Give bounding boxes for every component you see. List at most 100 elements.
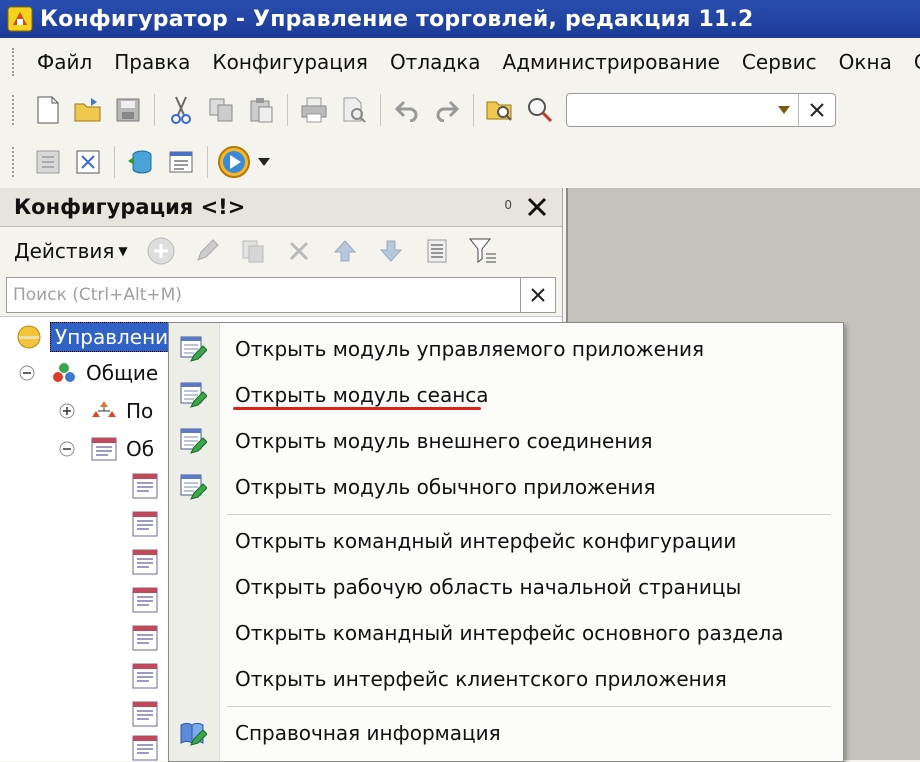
add-button[interactable] xyxy=(138,231,184,271)
paste-button[interactable] xyxy=(241,90,281,130)
toolbar-separator xyxy=(154,94,155,126)
menu-file[interactable]: Файл xyxy=(26,50,103,74)
folder-search-icon xyxy=(486,101,512,121)
configuration-toolbar xyxy=(0,138,920,186)
tree-search-field[interactable] xyxy=(6,277,556,313)
menu-item-label: Открыть рабочую область начальной страни… xyxy=(235,575,742,599)
module-edit-icon xyxy=(180,382,207,408)
module-icon[interactable] xyxy=(132,663,158,689)
panel-close-button[interactable] xyxy=(522,192,552,222)
menu-item-label: Открыть командный интерфейс основного ра… xyxy=(235,621,784,645)
preview-button[interactable] xyxy=(334,90,374,130)
edit-button[interactable] xyxy=(184,231,230,271)
compare-button[interactable] xyxy=(68,142,108,182)
menu-open-ordinary-app-module[interactable]: Открыть модуль обычного приложения xyxy=(169,466,843,508)
collapse-minus-icon[interactable] xyxy=(18,364,36,382)
menu-bar: Файл Правка Конфигурация Отладка Админис… xyxy=(0,42,920,82)
move-down-button[interactable] xyxy=(368,231,414,271)
list-view-button[interactable] xyxy=(414,231,460,271)
search-button[interactable] xyxy=(520,90,560,130)
dropdown-triangle-icon xyxy=(778,106,790,114)
actions-menu[interactable]: Действия xyxy=(14,239,114,263)
arrow-up-icon xyxy=(333,240,356,262)
module-icon[interactable] xyxy=(132,625,158,651)
menu-administration[interactable]: Администрирование xyxy=(492,50,731,74)
new-button[interactable] xyxy=(28,90,68,130)
delete-button[interactable] xyxy=(276,231,322,271)
tree-search-input[interactable] xyxy=(7,279,515,311)
toolbar-grip[interactable] xyxy=(12,147,18,177)
search-icon xyxy=(528,98,553,123)
menu-open-external-connection-module[interactable]: Открыть модуль внешнего соединения xyxy=(169,420,843,462)
menu-service[interactable]: Сервис xyxy=(731,50,828,74)
update-db-button[interactable] xyxy=(121,142,161,182)
database-update-icon xyxy=(128,150,152,174)
menu-open-managed-app-module[interactable]: Открыть модуль управляемого приложения xyxy=(169,328,843,370)
module-icon[interactable] xyxy=(132,735,158,761)
module-icon[interactable] xyxy=(132,511,158,537)
search-combo-input[interactable] xyxy=(567,95,805,125)
search-combo-dropdown[interactable] xyxy=(771,94,797,126)
find-in-tree-button[interactable] xyxy=(480,90,520,130)
tree-row-subsystems[interactable]: По xyxy=(58,393,153,429)
configuration-tree-icon xyxy=(36,150,60,174)
cut-button[interactable] xyxy=(161,90,201,130)
tree-root-label: Управлени xyxy=(50,322,174,352)
menu-configuration[interactable]: Конфигурация xyxy=(201,50,379,74)
panel-header: Конфигурация <!> 0 xyxy=(0,188,562,227)
redo-button[interactable] xyxy=(427,90,467,130)
open-button[interactable] xyxy=(68,90,108,130)
save-button[interactable] xyxy=(108,90,148,130)
menu-help-info[interactable]: Справочная информация xyxy=(169,712,843,754)
copy-button[interactable] xyxy=(201,90,241,130)
toolbar-grip[interactable] xyxy=(12,95,18,125)
run-debug-button[interactable] xyxy=(214,142,254,182)
menu-open-main-section-command-interface[interactable]: Открыть командный интерфейс основного ра… xyxy=(169,612,843,654)
undo-button[interactable] xyxy=(387,90,427,130)
module-icon[interactable] xyxy=(132,473,158,499)
move-up-button[interactable] xyxy=(322,231,368,271)
menu-item-label: Открыть модуль управляемого приложения xyxy=(235,337,705,361)
close-icon xyxy=(810,103,824,117)
menu-grip[interactable] xyxy=(12,48,14,76)
config-tree-button[interactable] xyxy=(28,142,68,182)
open-folder-icon xyxy=(74,98,101,122)
add-circle-icon xyxy=(147,237,175,265)
menu-windows[interactable]: Окна xyxy=(828,50,903,74)
menu-edit[interactable]: Правка xyxy=(103,50,201,74)
tree-row-general[interactable]: Общие xyxy=(18,355,158,391)
module-icon[interactable] xyxy=(132,701,158,727)
configuration-root-icon xyxy=(17,325,41,349)
menu-open-config-command-interface[interactable]: Открыть командный интерфейс конфигурации xyxy=(169,520,843,562)
tree-row-root[interactable]: Управлени xyxy=(16,319,174,355)
toolbar-separator xyxy=(114,146,115,178)
play-icon xyxy=(218,146,250,178)
menu-open-home-page-workarea[interactable]: Открыть рабочую область начальной страни… xyxy=(169,566,843,608)
module-icon[interactable] xyxy=(132,549,158,575)
close-icon xyxy=(527,197,547,217)
run-debug-dropdown[interactable] xyxy=(254,142,274,182)
tree-row-common-modules[interactable]: Об xyxy=(58,431,154,467)
tree-common-modules-label: Об xyxy=(126,437,155,461)
menu-separator xyxy=(227,706,831,707)
print-button[interactable] xyxy=(294,90,334,130)
search-combo-clear-button[interactable] xyxy=(798,94,835,126)
module-edit-icon xyxy=(180,336,207,362)
expand-plus-icon[interactable] xyxy=(58,402,76,420)
arrow-down-icon xyxy=(379,240,402,262)
properties-button[interactable] xyxy=(161,142,201,182)
search-combo[interactable] xyxy=(566,93,836,127)
menu-help[interactable]: С xyxy=(903,50,920,74)
close-icon xyxy=(531,288,545,302)
menu-open-client-app-interface[interactable]: Открыть интерфейс клиентского приложения xyxy=(169,658,843,700)
module-icon[interactable] xyxy=(132,587,158,613)
menu-debug[interactable]: Отладка xyxy=(379,50,492,74)
collapse-minus-icon[interactable] xyxy=(58,440,76,458)
tree-search-clear-button[interactable] xyxy=(520,278,555,312)
menu-item-label: Открыть командный интерфейс конфигурации xyxy=(235,529,737,553)
filter-button[interactable] xyxy=(460,231,506,271)
copy-item-button[interactable] xyxy=(230,231,276,271)
context-menu: Открыть модуль управляемого приложения О… xyxy=(168,322,844,762)
copy-icon xyxy=(209,98,233,122)
highlight-underline xyxy=(233,407,481,410)
